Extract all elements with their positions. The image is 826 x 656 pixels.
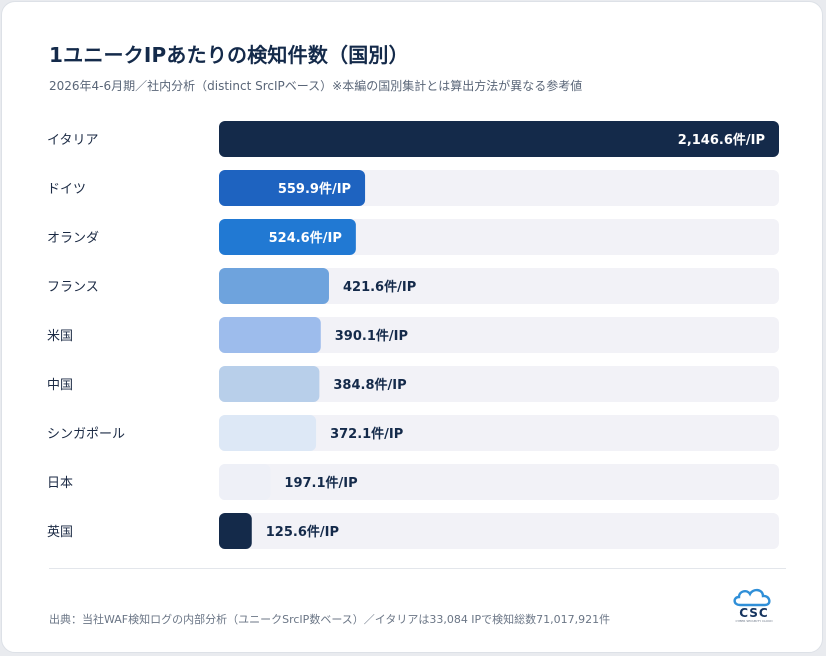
data-label: 2,146.6件/IP [678,132,765,148]
data-label: 524.6件/IP [269,230,342,246]
data-label: 384.8件/IP [333,377,406,393]
bar [219,317,321,353]
data-label: 559.9件/IP [278,181,351,197]
category-label: フランス [47,280,99,295]
bar-chart: イタリア 2,146.6件/IP ドイツ 559.9件/IP オランダ 524.6件/IP… [47,121,779,549]
bar [219,464,271,500]
category-label: 中国 [47,378,73,393]
category-label: イタリア [47,133,98,148]
category-label: 米国 [47,329,73,344]
data-label: 197.1件/IP [284,475,357,491]
data-label: 421.6件/IP [343,279,416,295]
bar [219,513,252,549]
bar [219,415,317,451]
data-label: 125.6件/IP [266,524,339,540]
data-label: 390.1件/IP [335,328,408,344]
category-label: ドイツ [47,182,86,197]
bar [219,366,320,402]
data-label: 372.1件/IP [330,426,403,442]
category-label: シンガポール [47,427,125,442]
bar [219,268,329,304]
category-label: オランダ [47,231,99,246]
category-label: 日本 [47,476,73,491]
category-label: 英国 [47,525,73,540]
